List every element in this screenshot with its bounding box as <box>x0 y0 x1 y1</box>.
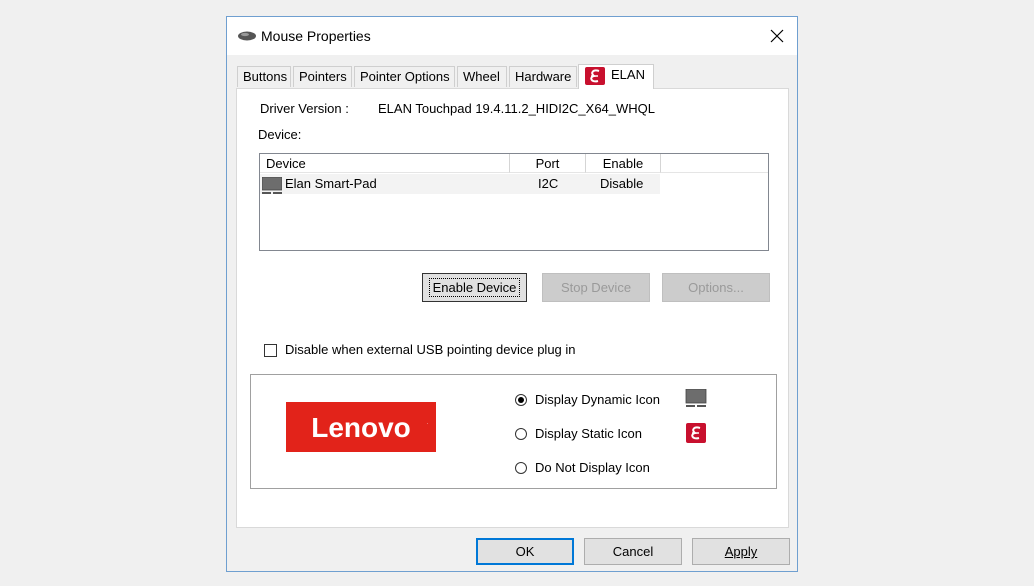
device-enable-cell: Disable <box>600 176 644 191</box>
enable-device-button[interactable]: Enable Device <box>422 273 527 302</box>
column-filler <box>661 154 768 173</box>
apply-button-label: Apply <box>724 544 758 559</box>
display-dynamic-icon-radio[interactable] <box>515 394 527 406</box>
driver-version-label: Driver Version : <box>260 101 349 116</box>
elan-logo-icon <box>686 423 706 443</box>
touchpad-icon <box>685 389 707 407</box>
device-list-header: Device Port Enable <box>260 154 768 173</box>
tab-elan-label: ELAN <box>611 67 645 82</box>
window-title: Mouse Properties <box>261 28 371 44</box>
table-row[interactable]: Elan Smart-Pad I2C Disable <box>260 174 660 194</box>
device-name-cell: Elan Smart-Pad <box>285 176 377 191</box>
cancel-button[interactable]: Cancel <box>584 538 682 565</box>
elan-tab-panel: Driver Version : ELAN Touchpad 19.4.11.2… <box>236 88 789 528</box>
driver-version-value: ELAN Touchpad 19.4.11.2_HIDI2C_X64_WHQL <box>378 101 656 116</box>
column-enable[interactable]: Enable <box>586 154 661 173</box>
device-list[interactable]: Device Port Enable Elan Smart-Pad I2C Di… <box>259 153 769 251</box>
do-not-display-icon-label[interactable]: Do Not Display Icon <box>535 460 650 475</box>
disable-usb-checkbox[interactable] <box>264 344 277 357</box>
tab-pointers[interactable]: Pointers <box>293 66 352 87</box>
touchpad-icon <box>262 177 282 194</box>
display-static-icon-radio[interactable] <box>515 428 527 440</box>
tab-buttons[interactable]: Buttons <box>237 66 291 87</box>
tab-hardware[interactable]: Hardware <box>509 66 577 87</box>
mouse-properties-window: Mouse Properties Buttons Pointers Pointe… <box>226 16 798 572</box>
mouse-icon <box>238 31 256 41</box>
column-port[interactable]: Port <box>510 154 586 173</box>
display-static-icon-label[interactable]: Display Static Icon <box>535 426 642 441</box>
do-not-display-icon-radio[interactable] <box>515 462 527 474</box>
svg-text:Lenovo: Lenovo <box>311 412 411 443</box>
lenovo-logo: Lenovo . <box>286 402 436 452</box>
column-device[interactable]: Device <box>260 154 510 173</box>
icon-display-group: Lenovo . Display Dynamic Icon Display St… <box>250 374 777 489</box>
tab-pointer-options[interactable]: Pointer Options <box>354 66 455 87</box>
tab-wheel[interactable]: Wheel <box>457 66 507 87</box>
device-port-cell: I2C <box>538 176 559 191</box>
close-button[interactable] <box>759 19 795 53</box>
enable-device-label: Enable Device <box>428 278 521 297</box>
options-button[interactable]: Options... <box>662 273 770 302</box>
ok-button[interactable]: OK <box>476 538 574 565</box>
close-icon <box>770 29 784 43</box>
disable-usb-label[interactable]: Disable when external USB pointing devic… <box>285 342 576 357</box>
elan-logo-icon <box>585 66 605 85</box>
tab-elan[interactable]: ELAN <box>578 64 654 89</box>
stop-device-button[interactable]: Stop Device <box>542 273 650 302</box>
device-label: Device: <box>258 127 302 142</box>
svg-text:.: . <box>427 420 428 426</box>
title-bar[interactable]: Mouse Properties <box>227 17 797 55</box>
display-dynamic-icon-label[interactable]: Display Dynamic Icon <box>535 392 660 407</box>
apply-button[interactable]: Apply <box>692 538 790 565</box>
